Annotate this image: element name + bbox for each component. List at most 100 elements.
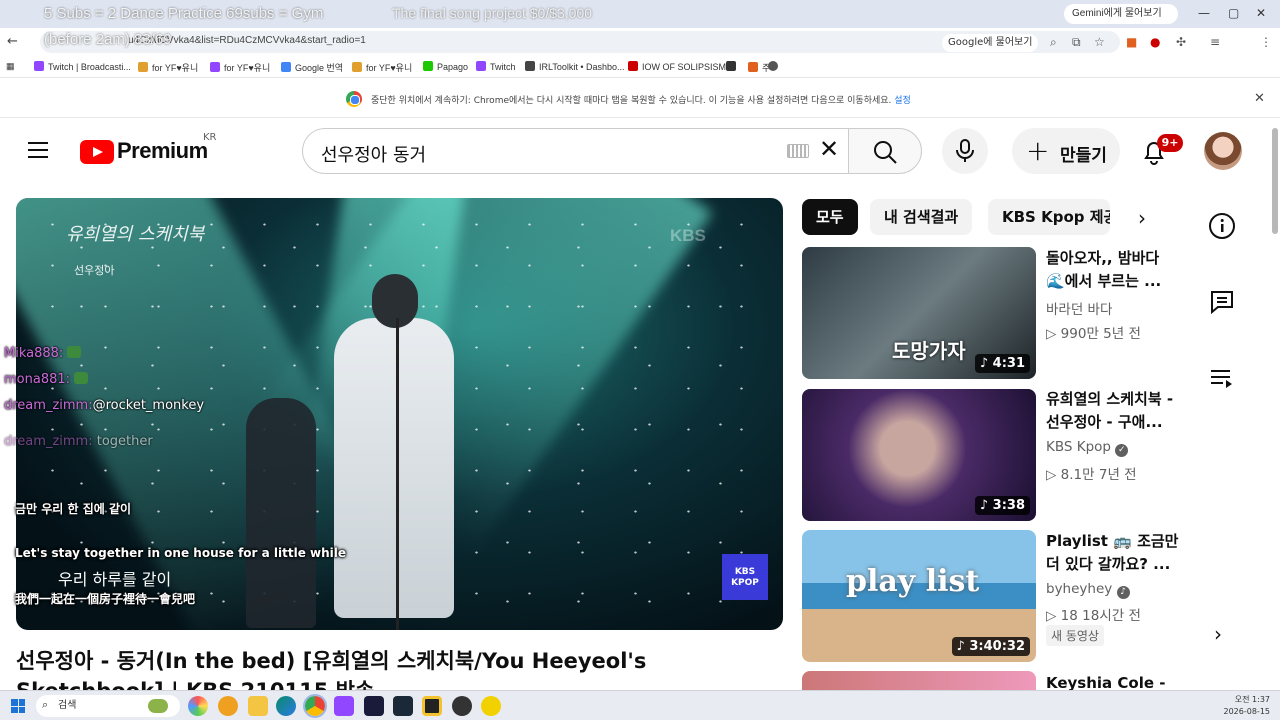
avatar[interactable]: [1204, 132, 1242, 170]
chrome-menu-icon[interactable]: ⋮: [1260, 35, 1272, 49]
bookmark-favicon: [748, 62, 758, 72]
chip-kbs-kpop[interactable]: KBS Kpop 제공: [988, 199, 1110, 235]
info-bar-message: 중단한 위치에서 계속하기: Chrome에서는 다시 시작할 때마다 탭을 복…: [371, 96, 911, 106]
bookmark-item[interactable]: IOW OF SOLIPSISM...: [628, 61, 734, 72]
video-stats: ▷ 990만 5년 전: [1046, 326, 1141, 342]
install-app-icon[interactable]: ⧉: [1072, 35, 1081, 50]
chrome-icon[interactable]: [303, 694, 327, 718]
recommended-video-title[interactable]: 유희열의 스케치북 - 선우정아 - 구애...: [1046, 388, 1180, 434]
twitch-icon[interactable]: [334, 696, 354, 716]
clear-search-icon[interactable]: ✕: [819, 135, 839, 163]
video-thumbnail[interactable]: [802, 671, 1036, 690]
bookmark-favicon: [726, 61, 736, 71]
twitch-icon: [476, 61, 486, 71]
zoom-icon[interactable]: ⌕: [1050, 35, 1057, 50]
irltoolkit-icon: [525, 61, 535, 71]
youtube-premium-brand[interactable]: Premium: [117, 138, 208, 164]
bookmark-item[interactable]: Twitch | Broadcasti...: [34, 61, 131, 72]
extension-icon[interactable]: ■: [1126, 35, 1137, 49]
voice-search-button[interactable]: [942, 128, 988, 174]
search-input[interactable]: 선우정아 동거 ✕: [302, 128, 848, 174]
channel-name[interactable]: 바라던 바다: [1046, 298, 1112, 318]
mic-stand: [396, 318, 399, 630]
media-control-icon[interactable]: ≡: [1210, 35, 1220, 49]
create-button[interactable]: + 만들기: [1012, 128, 1120, 174]
google-ask-button[interactable]: Google에 물어보기: [942, 34, 1039, 52]
settings-link[interactable]: 설정: [894, 96, 911, 106]
menu-icon[interactable]: [28, 142, 48, 158]
app-icon[interactable]: [422, 696, 442, 716]
channel-name[interactable]: byheyhey ♪: [1046, 581, 1130, 599]
minimize-icon[interactable]: —: [1198, 6, 1210, 20]
extension-icon-2[interactable]: ●: [1150, 35, 1160, 49]
recommended-video-title[interactable]: Keyshia Cole -: [1046, 672, 1180, 690]
video-thumbnail[interactable]: play list ♪ 3:40:32: [802, 530, 1036, 662]
duration-badge: ♪ 3:40:32: [951, 637, 1030, 656]
bookmarks-bar: ▦ Twitch | Broadcasti... for YF♥유니 for Y…: [0, 56, 1280, 78]
chip-all[interactable]: 모두: [802, 199, 858, 235]
channel-name[interactable]: KBS Kpop ✓: [1046, 439, 1129, 457]
kbs-watermark: KBS: [670, 226, 706, 245]
info-icon[interactable]: [1208, 212, 1236, 240]
chat-message: dream_zimm:@rocket_monkey: [4, 398, 205, 413]
recommended-video-title[interactable]: 돌아오자,, 밤바다 🌊에서 부르는 ...: [1046, 247, 1180, 293]
bookmark-item[interactable]: Papago: [423, 61, 468, 72]
video-player[interactable]: 유희열의 스케치북 선우정아 KBS KBS KPOP 우리 하루를 같이: [16, 198, 783, 630]
youtube-favicon: [628, 61, 638, 71]
bookmark-favicon: [352, 62, 362, 72]
maximize-icon[interactable]: ▢: [1228, 6, 1239, 20]
windows-start-icon[interactable]: [11, 699, 25, 713]
search-app-icon[interactable]: [218, 696, 238, 716]
bookmark-item[interactable]: IRLToolkit • Dashbo...: [525, 61, 625, 72]
country-code: KR: [203, 132, 217, 143]
bookmark-item[interactable]: Twitch: [476, 61, 516, 72]
obs-icon[interactable]: [452, 696, 472, 716]
emote-icon: [74, 372, 89, 384]
comments-icon[interactable]: [1208, 288, 1236, 316]
edge-icon[interactable]: [276, 696, 296, 716]
create-label: 만들기: [1060, 146, 1107, 166]
chevron-right-icon[interactable]: ›: [1138, 206, 1146, 230]
bookmark-item[interactable]: for YF♥유니: [210, 61, 270, 74]
close-icon[interactable]: ✕: [1254, 91, 1265, 106]
singer-figure: [334, 318, 454, 618]
chip-my-results[interactable]: 내 검색결과: [870, 199, 973, 235]
bookmark-item[interactable]: Google 번역: [281, 61, 343, 74]
thumbnail-caption: play list: [846, 564, 980, 599]
back-arrow-icon[interactable]: ←: [7, 34, 18, 49]
system-clock[interactable]: 오전 1:37 2026-08-15: [1220, 694, 1271, 718]
video-thumbnail[interactable]: ♪ 3:38: [802, 389, 1036, 521]
scrollbar-thumb[interactable]: [1272, 128, 1278, 234]
twitch-icon: [34, 61, 44, 71]
keyboard-icon[interactable]: [787, 144, 809, 158]
search-query-text: 선우정아 동거: [321, 145, 427, 166]
bookmark-item[interactable]: [726, 61, 740, 72]
stream-goal-overlay: 5 Subs = 2 Dance Practice 69subs = Gym: [44, 5, 324, 22]
bookmark-star-icon[interactable]: ☆: [1094, 35, 1105, 49]
playlist-icon[interactable]: [1208, 364, 1236, 392]
bookmark-item[interactable]: 주: [748, 61, 770, 74]
close-window-icon[interactable]: ✕: [1256, 6, 1266, 20]
chevron-right-icon[interactable]: ›: [1214, 622, 1222, 646]
apps-grid-icon[interactable]: ▦: [6, 61, 15, 72]
thumbnail-caption: 도망가자: [892, 339, 966, 363]
bookmark-item[interactable]: for YF♥유니: [352, 61, 412, 74]
google-translate-icon: [281, 62, 291, 72]
widget-icon[interactable]: [148, 699, 168, 713]
file-explorer-icon[interactable]: [248, 696, 268, 716]
papago-icon: [423, 61, 433, 71]
gemini-tab-button[interactable]: Gemini에게 물어보기: [1064, 4, 1178, 24]
search-button[interactable]: [848, 128, 922, 174]
steam-icon[interactable]: [393, 696, 413, 716]
bookmark-item[interactable]: for YF♥유니: [138, 61, 198, 74]
video-thumbnail[interactable]: 도망가자 ♪ 4:31: [802, 247, 1036, 379]
extensions-puzzle-icon[interactable]: ✣: [1176, 35, 1186, 49]
bookmark-favicon: [210, 62, 220, 72]
bookmark-item[interactable]: [768, 61, 782, 72]
streaming-app-icon[interactable]: [364, 696, 384, 716]
translation-overlay-zh: 我們一起在一個房子裡待一會兒吧: [15, 592, 196, 606]
copilot-icon[interactable]: [188, 696, 208, 716]
kakaotalk-icon[interactable]: [481, 696, 501, 716]
youtube-logo-icon[interactable]: [80, 140, 114, 164]
recommended-video-title[interactable]: Playlist 🚌 조금만 더 있다 갈까요? ...: [1046, 530, 1180, 576]
